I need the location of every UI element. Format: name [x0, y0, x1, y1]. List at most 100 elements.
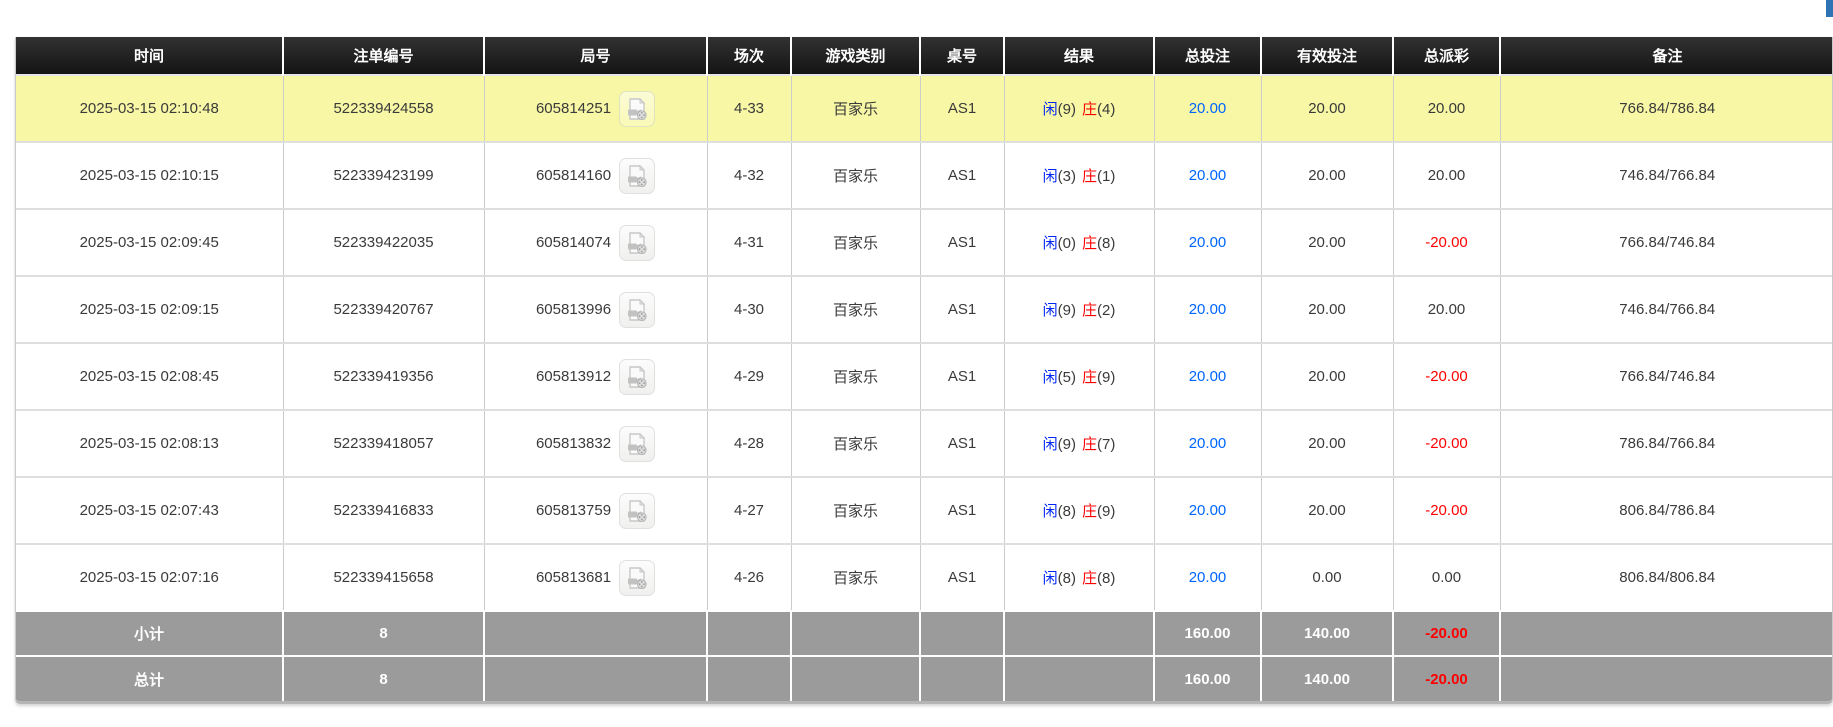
col-header-result: 结果 — [1004, 37, 1154, 75]
cell-result: 闲(0)庄(8) — [1004, 209, 1154, 276]
cell-remark: 786.84/766.84 — [1500, 410, 1833, 477]
video-replay-button[interactable] — [619, 426, 655, 462]
result-player-label: 闲 — [1043, 101, 1058, 118]
round-id-text: 605813759 — [536, 502, 611, 519]
col-header-table-no: 桌号 — [920, 37, 1004, 75]
cell-round-id: 605813832 — [484, 410, 707, 477]
cell-total-bet[interactable]: 20.00 — [1154, 276, 1261, 343]
result-player-score: (5) — [1058, 369, 1076, 386]
result-player-score: (9) — [1058, 436, 1076, 453]
cell-total-bet[interactable]: 20.00 — [1154, 142, 1261, 209]
cell-result: 闲(5)庄(9) — [1004, 343, 1154, 410]
video-replay-button[interactable] — [619, 225, 655, 261]
video-replay-button[interactable] — [619, 560, 655, 596]
result-banker-label: 庄 — [1082, 168, 1097, 185]
col-header-session: 场次 — [707, 37, 791, 75]
cell-bet-id: 522339415658 — [283, 544, 484, 611]
result-player-label: 闲 — [1043, 570, 1058, 587]
video-replay-button[interactable] — [619, 292, 655, 328]
cell-table-no: AS1 — [920, 75, 1004, 142]
summary-empty-cell — [791, 611, 920, 656]
summary-empty-cell — [1500, 611, 1833, 656]
cell-bet-id: 522339418057 — [283, 410, 484, 477]
table-row: 2025-03-15 02:08:45 522339419356 6058139… — [16, 343, 1833, 410]
video-replay-button[interactable] — [619, 359, 655, 395]
table-row: 2025-03-15 02:07:16 522339415658 6058136… — [16, 544, 1833, 611]
summary-label: 小计 — [16, 611, 283, 656]
cell-table-no: AS1 — [920, 477, 1004, 544]
result-banker-score: (2) — [1097, 302, 1115, 319]
cell-session: 4-30 — [707, 276, 791, 343]
cell-total-bet[interactable]: 20.00 — [1154, 544, 1261, 611]
cell-remark: 766.84/786.84 — [1500, 75, 1833, 142]
top-right-partial-button[interactable] — [1826, 0, 1833, 17]
cell-total-bet[interactable]: 20.00 — [1154, 343, 1261, 410]
summary-row: 总计 8 160.00 140.00 -20.00 — [16, 656, 1833, 701]
col-header-remark: 备注 — [1500, 37, 1833, 75]
result-banker-score: (7) — [1097, 436, 1115, 453]
cell-table-no: AS1 — [920, 142, 1004, 209]
result-banker-score: (4) — [1097, 101, 1115, 118]
cell-total-payout: 20.00 — [1393, 142, 1500, 209]
table-foot: 小计 8 160.00 140.00 -20.00 总计 8 160.00 14… — [16, 611, 1833, 701]
cell-remark: 746.84/766.84 — [1500, 276, 1833, 343]
summary-total-bet: 160.00 — [1154, 656, 1261, 701]
summary-empty-cell — [1004, 656, 1154, 701]
cell-round-id: 605813912 — [484, 343, 707, 410]
cell-total-bet[interactable]: 20.00 — [1154, 477, 1261, 544]
cell-remark: 746.84/766.84 — [1500, 142, 1833, 209]
result-banker-score: (9) — [1097, 369, 1115, 386]
round-id-text: 605813996 — [536, 301, 611, 318]
video-icon — [625, 231, 649, 255]
table-body: 2025-03-15 02:10:48 522339424558 6058142… — [16, 75, 1833, 611]
summary-valid-bet: 140.00 — [1261, 611, 1393, 656]
cell-valid-bet: 20.00 — [1261, 410, 1393, 477]
video-replay-button[interactable] — [619, 493, 655, 529]
summary-total-payout: -20.00 — [1393, 611, 1500, 656]
cell-table-no: AS1 — [920, 209, 1004, 276]
cell-table-no: AS1 — [920, 544, 1004, 611]
cell-round-id: 605813759 — [484, 477, 707, 544]
result-banker-label: 庄 — [1082, 235, 1097, 252]
cell-valid-bet: 20.00 — [1261, 276, 1393, 343]
summary-empty-cell — [920, 656, 1004, 701]
cell-remark: 806.84/806.84 — [1500, 544, 1833, 611]
cell-result: 闲(9)庄(2) — [1004, 276, 1154, 343]
summary-empty-cell — [1500, 656, 1833, 701]
cell-total-bet[interactable]: 20.00 — [1154, 209, 1261, 276]
result-player-score: (3) — [1058, 168, 1076, 185]
result-banker-label: 庄 — [1082, 503, 1097, 520]
summary-empty-cell — [707, 656, 791, 701]
video-replay-button[interactable] — [619, 158, 655, 194]
cell-valid-bet: 20.00 — [1261, 75, 1393, 142]
cell-valid-bet: 20.00 — [1261, 142, 1393, 209]
cell-game-type: 百家乐 — [791, 209, 920, 276]
cell-valid-bet: 20.00 — [1261, 343, 1393, 410]
result-player-label: 闲 — [1043, 436, 1058, 453]
result-banker-label: 庄 — [1082, 101, 1097, 118]
video-replay-button[interactable] — [619, 91, 655, 127]
cell-total-bet[interactable]: 20.00 — [1154, 410, 1261, 477]
bet-records-table-wrap: 时间 注单编号 局号 场次 游戏类别 桌号 结果 总投注 有效投注 总派彩 备注… — [15, 37, 1833, 704]
round-id-text: 605814074 — [536, 234, 611, 251]
round-id-text: 605813681 — [536, 569, 611, 586]
cell-game-type: 百家乐 — [791, 410, 920, 477]
cell-valid-bet: 20.00 — [1261, 477, 1393, 544]
cell-session: 4-28 — [707, 410, 791, 477]
cell-total-bet[interactable]: 20.00 — [1154, 75, 1261, 142]
cell-bet-id: 522339422035 — [283, 209, 484, 276]
round-id-text: 605814251 — [536, 100, 611, 117]
cell-session: 4-32 — [707, 142, 791, 209]
cell-result: 闲(8)庄(8) — [1004, 544, 1154, 611]
result-banker-score: (8) — [1097, 235, 1115, 252]
cell-game-type: 百家乐 — [791, 544, 920, 611]
cell-time: 2025-03-15 02:10:48 — [16, 75, 283, 142]
video-icon — [625, 432, 649, 456]
col-header-round-id: 局号 — [484, 37, 707, 75]
cell-valid-bet: 20.00 — [1261, 209, 1393, 276]
cell-game-type: 百家乐 — [791, 75, 920, 142]
cell-session: 4-31 — [707, 209, 791, 276]
cell-game-type: 百家乐 — [791, 343, 920, 410]
cell-total-payout: 20.00 — [1393, 276, 1500, 343]
cell-remark: 806.84/786.84 — [1500, 477, 1833, 544]
